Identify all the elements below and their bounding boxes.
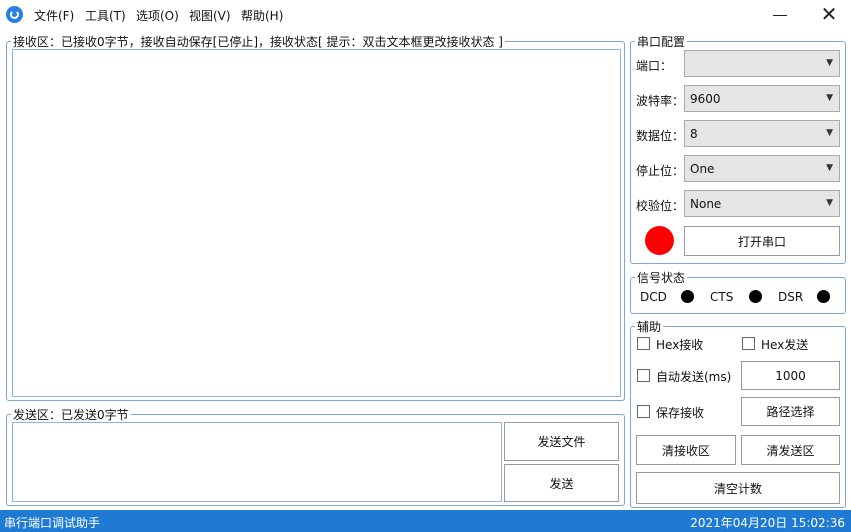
chevron-down-icon: ▼ — [826, 128, 833, 138]
port-select[interactable]: ▼ — [684, 50, 840, 77]
menu-view[interactable]: 视图(V) — [189, 7, 231, 24]
stop-bits-label: 停止位： — [636, 164, 685, 178]
send-textbox[interactable] — [12, 422, 502, 502]
hex-send-label: Hex发送 — [761, 338, 809, 352]
app-logo-icon — [6, 6, 23, 23]
hex-receive-label: Hex接收 — [656, 338, 704, 352]
status-app-name: 串行端口调试助手 — [4, 516, 101, 530]
hex-send-checkbox[interactable] — [742, 337, 755, 350]
parity-label: 校验位： — [636, 199, 685, 213]
data-bits-select[interactable]: 8 ▼ — [684, 120, 840, 147]
cts-indicator — [749, 290, 762, 303]
port-config-legend: 串口配置 — [637, 35, 686, 49]
cts-label: CTS — [710, 290, 734, 304]
receive-textbox[interactable] — [12, 49, 621, 397]
open-port-button[interactable]: 打开串口 — [684, 226, 840, 256]
clear-count-button[interactable]: 清空计数 — [636, 472, 840, 504]
menu-options[interactable]: 选项(O) — [136, 7, 179, 24]
parity-select[interactable]: None ▼ — [684, 190, 840, 217]
clear-send-button[interactable]: 清发送区 — [741, 435, 840, 465]
auto-send-interval-input[interactable]: 1000 — [741, 361, 840, 390]
menu-help[interactable]: 帮助(H) — [241, 7, 283, 24]
close-button[interactable]: ✕ — [820, 4, 838, 24]
status-datetime: 2021年04月20日 15:02:36 — [690, 516, 845, 530]
send-file-button[interactable]: 发送文件 — [504, 422, 619, 461]
menu-bar: 文件(F) 工具(T) 选项(O) 视图(V) 帮助(H) ✕ — [0, 0, 851, 30]
port-label: 端口： — [636, 59, 673, 73]
chevron-down-icon: ▼ — [826, 163, 833, 173]
menu-file[interactable]: 文件(F) — [34, 7, 74, 24]
save-receive-label: 保存接收 — [656, 406, 705, 420]
path-select-button[interactable]: 路径选择 — [741, 397, 840, 426]
port-status-indicator — [645, 226, 674, 255]
data-bits-select-value: 8 — [690, 126, 698, 141]
minimize-button[interactable] — [773, 4, 789, 24]
chevron-down-icon: ▼ — [826, 93, 833, 103]
aux-legend: 辅助 — [637, 320, 662, 334]
dsr-label: DSR — [778, 290, 804, 304]
save-receive-checkbox[interactable] — [637, 405, 650, 418]
dsr-indicator — [817, 290, 830, 303]
auto-send-label: 自动发送(ms) — [656, 370, 732, 384]
stop-bits-select[interactable]: One ▼ — [684, 155, 840, 182]
send-legend: 发送区：已发送0字节 — [13, 408, 129, 422]
hex-receive-checkbox[interactable] — [637, 337, 650, 350]
menu-tools[interactable]: 工具(T) — [85, 7, 126, 24]
auto-send-checkbox[interactable] — [637, 369, 650, 382]
baud-select-value: 9600 — [690, 91, 721, 106]
parity-select-value: None — [690, 196, 722, 211]
status-bar: 串行端口调试助手 2021年04月20日 15:02:36 — [0, 510, 851, 532]
send-button[interactable]: 发送 — [504, 464, 619, 502]
baud-label: 波特率： — [636, 94, 685, 108]
data-bits-label: 数据位： — [636, 129, 685, 143]
clear-receive-button[interactable]: 清接收区 — [636, 435, 736, 465]
chevron-down-icon: ▼ — [826, 58, 833, 68]
signal-status-legend: 信号状态 — [637, 271, 686, 285]
stop-bits-select-value: One — [690, 161, 715, 176]
dcd-label: DCD — [640, 290, 667, 304]
receive-legend: 接收区：已接收0字节，接收自动保存[已停止]，接收状态[ 提示：双击文本框更改接… — [13, 35, 503, 49]
chevron-down-icon: ▼ — [826, 198, 833, 208]
baud-select[interactable]: 9600 ▼ — [684, 85, 840, 112]
dcd-indicator — [681, 290, 694, 303]
